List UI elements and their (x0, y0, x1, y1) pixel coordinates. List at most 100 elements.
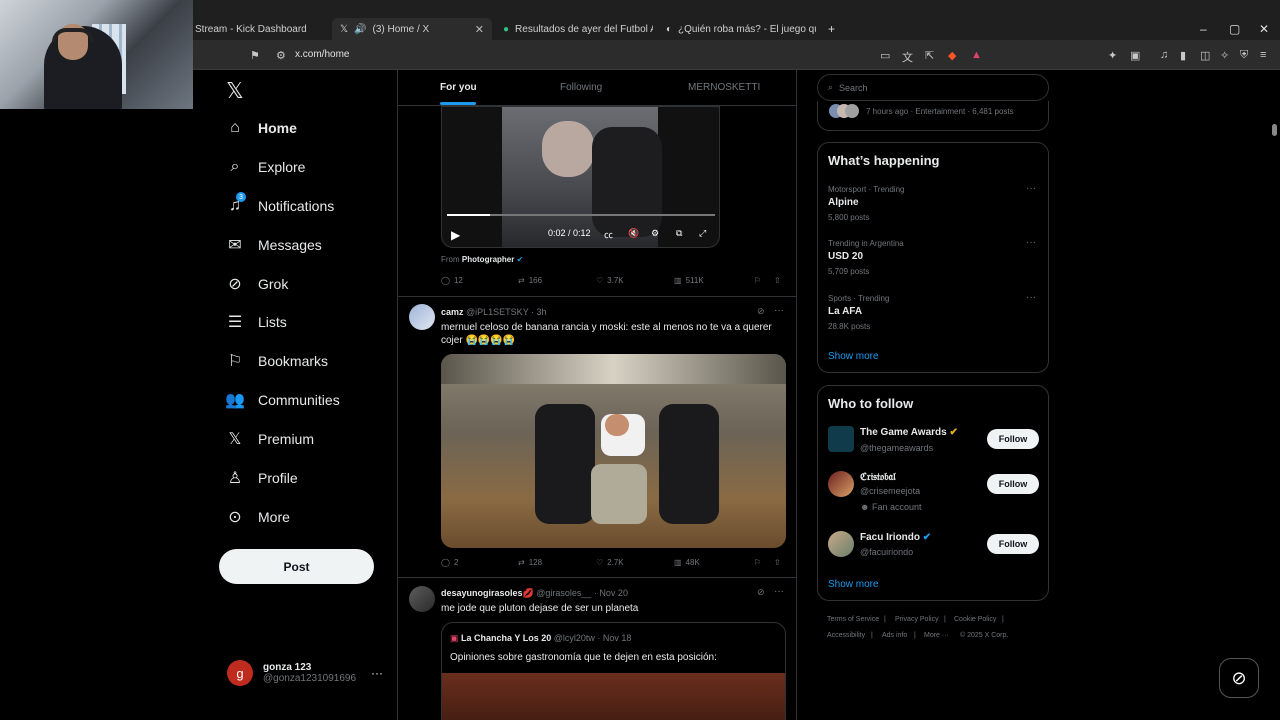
nav-lists[interactable]: ☰ Lists (226, 313, 287, 331)
page-scrollbar[interactable] (1272, 124, 1277, 136)
tab-futbol[interactable]: ● Resultados de ayer del Futbol Argent (503, 18, 653, 40)
share-icon[interactable]: ⇱ (925, 49, 934, 62)
share-post-icon[interactable]: ⇧ (774, 558, 781, 567)
media-icon[interactable]: ♫ (1160, 49, 1168, 61)
nav-grok[interactable]: ⊘ Grok (226, 275, 288, 293)
quoted-post[interactable]: ▣ La Chancha Y Los 20 @lcyl20tw · Nov 18… (441, 622, 786, 720)
nav-bookmarks[interactable]: ⚐ Bookmarks (226, 352, 328, 370)
menu-icon[interactable]: ≡ (1260, 49, 1266, 61)
like-button[interactable]: ♡ 3.7K (596, 276, 624, 285)
tab-for-you[interactable]: For you (440, 82, 477, 105)
repost-button[interactable]: ⇄ 128 (518, 558, 542, 567)
grok-fab-button[interactable]: ⊘ (1219, 658, 1259, 698)
tab-search-icon[interactable]: ▣ (1130, 49, 1140, 62)
reply-button[interactable]: ◯ 12 (441, 276, 463, 285)
bookmark-post-icon[interactable]: ⚐ (754, 558, 761, 567)
extensions-icon[interactable]: ✦ (1108, 49, 1117, 62)
tab-quien-roba[interactable]: ◐ ¿Quién roba más? - El juego que nad (666, 18, 816, 40)
follow-button[interactable]: Follow (987, 474, 1039, 494)
account-switcher[interactable]: g gonza 123 @gonza1231091696 (227, 660, 356, 686)
nav-explore[interactable]: ⌕ Explore (226, 158, 306, 176)
brave-shield-icon[interactable]: ◆ (948, 49, 956, 62)
follow-button[interactable]: Follow (987, 534, 1039, 554)
close-tab-icon[interactable]: ✕ (475, 23, 484, 36)
play-icon[interactable]: ▶ (451, 228, 460, 242)
follow-name[interactable]: The Game Awards ✔ (860, 427, 958, 438)
site-settings-icon[interactable]: ⚙ (276, 49, 286, 62)
search-icon: ⌕ (230, 158, 240, 175)
avatar[interactable] (828, 531, 854, 557)
terms-link[interactable]: Terms of Service (827, 616, 879, 623)
trend-more-icon[interactable]: ··· (1026, 237, 1036, 248)
nav-home[interactable]: ⌂ Home (226, 119, 297, 137)
show-more-link[interactable]: Show more (828, 351, 879, 362)
from-source-name[interactable]: Photographer (462, 255, 514, 264)
avatar[interactable] (828, 471, 854, 497)
bookmark-page-icon[interactable]: ⚑ (250, 49, 260, 62)
cookie-link[interactable]: Cookie Policy (954, 616, 996, 623)
bookmark-post-icon[interactable]: ⚐ (754, 276, 761, 285)
settings-icon[interactable]: ⚙ (651, 228, 659, 239)
brave-rewards-icon[interactable]: ▲ (971, 49, 982, 61)
follow-name[interactable]: Facu Iriondo ✔ (860, 532, 931, 543)
follow-button[interactable]: Follow (987, 429, 1039, 449)
mute-icon[interactable]: 🔇 (628, 228, 639, 239)
show-more-link[interactable]: Show more (828, 579, 879, 590)
vpn-icon[interactable]: ⛨ (1240, 49, 1248, 62)
new-tab-icon[interactable]: + (828, 22, 835, 36)
trend-more-icon[interactable]: ··· (1026, 292, 1036, 303)
trend-more-icon[interactable]: ··· (1026, 183, 1036, 194)
sidebar-toggle-icon[interactable]: ▮ (1180, 49, 1186, 62)
grok-explain-icon[interactable]: ⊘ (757, 587, 765, 598)
video-player[interactable]: ▶ 0:02 / 0:12 ㏄ 🔇 ⚙ ⧉ ⤢ (441, 106, 720, 248)
search-icon: ⌕ (828, 82, 834, 92)
wallet-icon[interactable]: ◫ (1200, 49, 1210, 62)
search-input[interactable]: ⌕ Search (817, 74, 1049, 101)
fullscreen-icon[interactable]: ⤢ (699, 228, 706, 239)
post-more-icon[interactable]: ··· (774, 586, 784, 597)
repost-button[interactable]: ⇄ 166 (518, 276, 542, 285)
avatar[interactable] (828, 426, 854, 452)
nav-more[interactable]: ⊙ More (226, 508, 290, 526)
tab-following[interactable]: Following (560, 82, 602, 93)
post-image[interactable] (441, 354, 786, 548)
like-button[interactable]: ♡ 2.7K (596, 558, 624, 567)
account-more-icon[interactable]: ··· (371, 666, 383, 680)
post-author[interactable]: desayunogirasoles💋 @girasoles__ · Nov 20 (441, 588, 628, 599)
views-button[interactable]: ▥ 48K (674, 558, 700, 567)
ads-info-link[interactable]: Ads info (882, 632, 907, 639)
tab-kick[interactable]: Stream - Kick Dashboard (195, 18, 335, 40)
avatar[interactable] (409, 304, 435, 330)
post-more-icon[interactable]: ··· (774, 305, 784, 316)
top-trend-card[interactable]: 7 hours ago · Entertainment · 6,481 post… (817, 101, 1049, 131)
pip-icon[interactable]: ⧉ (676, 228, 682, 239)
nav-messages[interactable]: ✉ Messages (226, 236, 322, 254)
x-logo-icon[interactable]: 𝕏 (226, 78, 244, 104)
tab-mernosketti[interactable]: MERNOSKETTI (688, 82, 760, 93)
views-button[interactable]: ▥ 511K (674, 276, 704, 285)
video-progress-bar[interactable] (447, 214, 715, 216)
captions-icon[interactable]: ㏄ (604, 228, 613, 241)
leo-ai-icon[interactable]: ✧ (1220, 49, 1229, 62)
minimize-icon[interactable]: – (1200, 22, 1207, 36)
url-field[interactable]: x.com/home (295, 49, 349, 60)
post-button[interactable]: Post (219, 549, 374, 584)
maximize-icon[interactable]: ▢ (1229, 22, 1240, 36)
nav-communities[interactable]: 👥 Communities (225, 391, 340, 409)
nav-profile[interactable]: ♙ Profile (226, 469, 298, 487)
grok-explain-icon[interactable]: ⊘ (757, 306, 765, 317)
follow-name[interactable]: ℭ𝔯𝔦𝔰𝔱𝔬𝔟𝔞𝔩 (860, 472, 896, 483)
nav-notifications[interactable]: ♫ 3 Notifications (226, 192, 334, 215)
nav-premium[interactable]: 𝕏 Premium (226, 430, 314, 448)
post-author[interactable]: camz @iPL1SETSKY · 3h (441, 307, 547, 317)
accessibility-link[interactable]: Accessibility (827, 632, 865, 639)
close-window-icon[interactable]: ✕ (1259, 22, 1269, 36)
share-post-icon[interactable]: ⇧ (774, 276, 781, 285)
translate-icon[interactable]: 文 (902, 49, 913, 65)
reply-button[interactable]: ◯ 2 (441, 558, 458, 567)
more-link[interactable]: More ··· (924, 632, 949, 639)
tab-x-home[interactable]: 𝕏 🔊 (3) Home / X ✕ (332, 18, 492, 40)
avatar[interactable] (409, 586, 435, 612)
privacy-link[interactable]: Privacy Policy (895, 616, 939, 623)
cast-icon[interactable]: ▭ (880, 49, 890, 62)
